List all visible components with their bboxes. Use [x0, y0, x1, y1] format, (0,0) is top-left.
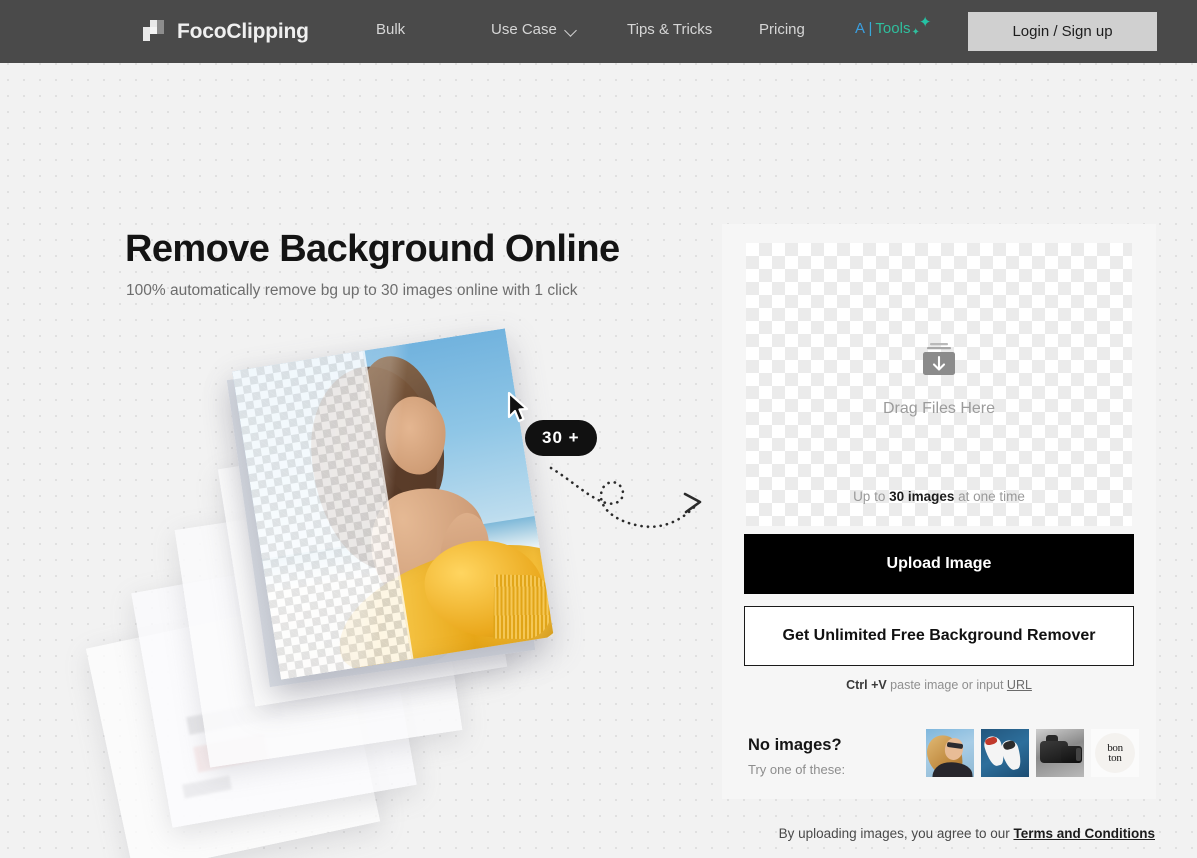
mouse-pointer-icon [507, 392, 529, 423]
ai-tools-label: Tools [875, 20, 911, 37]
dotted-curved-arrow-icon [549, 466, 702, 529]
no-images-title: No images? [748, 736, 842, 754]
sample-images-section: No images? Try one of these: bon ton [722, 714, 1156, 799]
terms-and-conditions-link[interactable]: Terms and Conditions [1013, 826, 1155, 841]
paste-text: paste image or input [886, 678, 1007, 692]
nav-label: Pricing [759, 21, 805, 38]
ai-tools-bar: | [868, 20, 873, 37]
nav-item-ai-tools[interactable]: A | Tools ✦ ✦ [855, 14, 932, 38]
limit-suffix: at one time [954, 489, 1025, 504]
nav-label: Bulk [376, 21, 406, 38]
sparkle-large-icon: ✦ [918, 14, 932, 31]
top-navigation-bar: FocoClipping Bulk Use Case Tips & Tricks… [0, 0, 1197, 63]
nav-label: Use Case [491, 21, 557, 38]
ai-tools-prefix: A [855, 20, 866, 37]
terms-text: By uploading images, you agree to our [778, 826, 1014, 841]
login-signup-button[interactable]: Login / Sign up [968, 12, 1157, 51]
nav-label: Tips & Tricks [627, 21, 713, 38]
file-dropzone[interactable]: Drag Files Here Up to 30 images at one t… [746, 243, 1132, 526]
camera-thumbnail[interactable] [1036, 729, 1084, 777]
sample-thumbnail-list: bon ton [926, 729, 1139, 777]
sneakers-thumbnail[interactable] [981, 729, 1029, 777]
page-title: Remove Background Online [125, 228, 620, 270]
nav-item-pricing[interactable]: Pricing [759, 21, 805, 38]
download-tray-icon [923, 343, 955, 375]
no-images-subtitle: Try one of these: [748, 762, 846, 777]
url-input-link[interactable]: URL [1007, 678, 1032, 692]
get-unlimited-remover-button[interactable]: Get Unlimited Free Background Remover [744, 606, 1134, 666]
upload-panel: Drag Files Here Up to 30 images at one t… [722, 224, 1156, 799]
upload-limit-label: Up to 30 images at one time [746, 489, 1132, 504]
chevron-down-icon [566, 26, 577, 33]
nav-item-use-case[interactable]: Use Case [491, 21, 577, 38]
paste-shortcut: Ctrl +V [846, 678, 887, 692]
upload-image-button[interactable]: Upload Image [744, 534, 1134, 594]
terms-notice: By uploading images, you agree to our Te… [722, 826, 1156, 841]
main-photo-card [232, 328, 554, 680]
limit-prefix: Up to [853, 489, 890, 504]
paste-hint: Ctrl +V paste image or input URL [744, 678, 1134, 692]
image-count-badge: 30 + [525, 420, 597, 456]
page-subtitle: 100% automatically remove bg up to 30 im… [126, 282, 578, 299]
limit-count: 30 images [889, 489, 955, 504]
bon-ton-logo-thumbnail[interactable]: bon ton [1091, 729, 1139, 777]
bon-ton-line2: ton [1108, 752, 1122, 764]
drag-files-label: Drag Files Here [882, 400, 996, 417]
nav-item-bulk[interactable]: Bulk [376, 21, 405, 38]
nav-item-tips-tricks[interactable]: Tips & Tricks [627, 21, 712, 38]
woman-sunglasses-thumbnail[interactable] [926, 729, 974, 777]
hero-illustration: 30 + [85, 328, 715, 858]
